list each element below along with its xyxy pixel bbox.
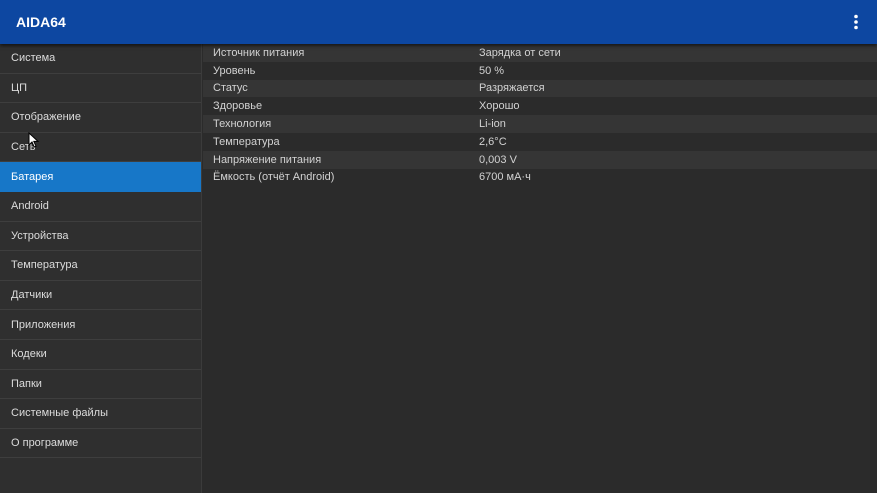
info-value: 6700 мА·ч bbox=[479, 171, 531, 184]
info-value: 2,6°C bbox=[479, 135, 507, 148]
sidebar-item-battery[interactable]: Батарея bbox=[0, 162, 201, 192]
info-row-voltage: Напряжение питания 0,003 V bbox=[203, 150, 877, 169]
info-key: Напряжение питания bbox=[213, 153, 322, 166]
app-title: AIDA64 bbox=[16, 14, 66, 30]
info-key: Технология bbox=[213, 118, 272, 131]
info-row-status: Статус Разряжается bbox=[203, 79, 877, 98]
sidebar-item-android[interactable]: Android bbox=[0, 192, 201, 222]
sidebar-item-display[interactable]: Отображение bbox=[0, 103, 201, 133]
info-value: Разряжается bbox=[479, 82, 545, 95]
sidebar-item-about[interactable]: О программе bbox=[0, 429, 201, 459]
info-value: Хорошо bbox=[479, 100, 520, 113]
info-value: 50 % bbox=[479, 64, 505, 77]
info-row-level: Уровень 50 % bbox=[203, 62, 877, 80]
info-key: Источник питания bbox=[213, 46, 305, 59]
info-row-temperature: Температура 2,6°C bbox=[203, 133, 877, 151]
sidebar-item-codecs[interactable]: Кодеки bbox=[0, 340, 201, 370]
info-key: Температура bbox=[213, 135, 280, 148]
info-value: Li-ion bbox=[479, 118, 506, 131]
sidebar-item-sensors[interactable]: Датчики bbox=[0, 281, 201, 311]
info-key: Ёмкость (отчёт Android) bbox=[213, 171, 335, 184]
sidebar: Система ЦП Отображение Сеть Батарея Andr… bbox=[0, 44, 202, 493]
battery-info-panel: Источник питания Зарядка от сети Уровень… bbox=[203, 44, 877, 493]
info-value: 0,003 V bbox=[479, 153, 517, 166]
info-key: Уровень bbox=[213, 64, 256, 77]
sidebar-item-system[interactable]: Система bbox=[0, 44, 201, 74]
info-value: Зарядка от сети bbox=[479, 46, 561, 59]
sidebar-item-cpu[interactable]: ЦП bbox=[0, 74, 201, 104]
sidebar-item-system-files[interactable]: Системные файлы bbox=[0, 399, 201, 429]
sidebar-item-apps[interactable]: Приложения bbox=[0, 310, 201, 340]
more-vert-icon[interactable] bbox=[845, 11, 867, 33]
info-row-health: Здоровье Хорошо bbox=[203, 97, 877, 115]
sidebar-item-network[interactable]: Сеть bbox=[0, 133, 201, 163]
app-window: AIDA64 Система ЦП Отображение Сеть Батар… bbox=[0, 0, 877, 493]
info-key: Статус bbox=[213, 82, 248, 95]
sidebar-item-thermal[interactable]: Температура bbox=[0, 251, 201, 281]
info-row-power-source: Источник питания Зарядка от сети bbox=[203, 44, 877, 62]
app-bar: AIDA64 bbox=[0, 0, 877, 44]
info-key: Здоровье bbox=[213, 100, 263, 113]
sidebar-item-devices[interactable]: Устройства bbox=[0, 222, 201, 252]
info-row-technology: Технология Li-ion bbox=[203, 115, 877, 133]
info-row-capacity: Ёмкость (отчёт Android) 6700 мА·ч bbox=[203, 169, 877, 187]
sidebar-item-folders[interactable]: Папки bbox=[0, 370, 201, 400]
